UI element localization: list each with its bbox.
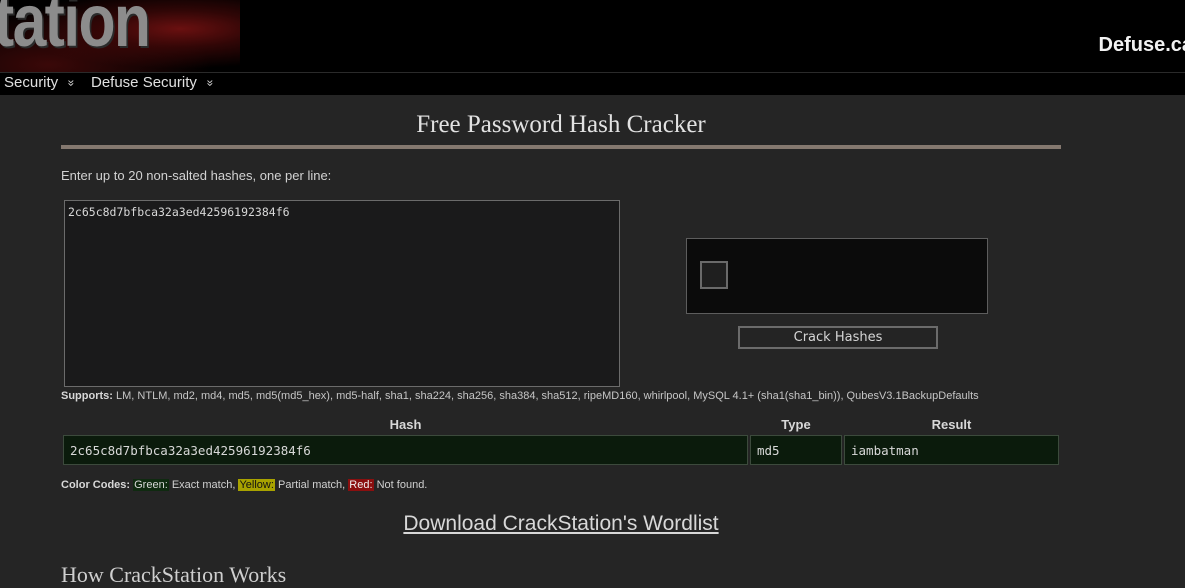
captcha-checkbox[interactable] <box>700 261 728 289</box>
result-hash-cell: 2c65c8d7bfbca32a3ed42596192384f6 <box>63 435 748 465</box>
page-title: Free Password Hash Cracker <box>61 111 1061 139</box>
crack-hashes-button[interactable]: Crack Hashes <box>738 326 938 349</box>
nav-item-security[interactable]: Security » <box>4 74 75 91</box>
captcha-widget <box>686 238 988 314</box>
site-header: tation Defuse.ca <box>0 0 1185 72</box>
nav-item-label: Defuse Security <box>91 74 197 91</box>
column-header-hash: Hash <box>63 417 748 432</box>
column-header-type: Type <box>750 417 842 432</box>
yellow-description: Partial match, <box>278 479 345 491</box>
green-swatch: Green: <box>133 479 169 491</box>
download-wordlist-link[interactable]: Download CrackStation's Wordlist <box>61 512 1061 536</box>
green-description: Exact match, <box>172 479 236 491</box>
section-heading: How CrackStation Works <box>61 562 286 588</box>
hash-input[interactable]: 2c65c8d7bfbca32a3ed42596192384f6 <box>64 200 620 387</box>
yellow-swatch: Yellow: <box>238 479 274 491</box>
site-logo[interactable]: tation <box>0 0 240 72</box>
column-header-result: Result <box>844 417 1059 432</box>
supports-list: LM, NTLM, md2, md4, md5, md5(md5_hex), m… <box>116 390 979 402</box>
nav-item-defuse-security[interactable]: Defuse Security » <box>91 74 214 91</box>
nav-bar: Security » Defuse Security » <box>0 72 1185 95</box>
supports-label: Supports: <box>61 390 113 402</box>
result-type-cell: md5 <box>750 435 842 465</box>
result-value-cell: iambatman <box>844 435 1059 465</box>
red-description: Not found. <box>377 479 428 491</box>
instructions-label: Enter up to 20 non-salted hashes, one pe… <box>61 168 331 183</box>
title-divider <box>61 145 1061 149</box>
double-chevron-down-icon: » <box>203 79 217 86</box>
color-codes-legend: Color Codes: Green: Exact match, Yellow:… <box>61 479 427 491</box>
color-codes-label: Color Codes: <box>61 479 130 491</box>
brand-link[interactable]: Defuse.ca <box>1099 34 1185 57</box>
supported-algorithms: Supports: LM, NTLM, md2, md4, md5, md5(m… <box>61 390 979 402</box>
nav-item-label: Security <box>4 74 58 91</box>
red-swatch: Red: <box>348 479 373 491</box>
double-chevron-down-icon: » <box>65 79 79 86</box>
logo-text: tation <box>0 0 149 63</box>
